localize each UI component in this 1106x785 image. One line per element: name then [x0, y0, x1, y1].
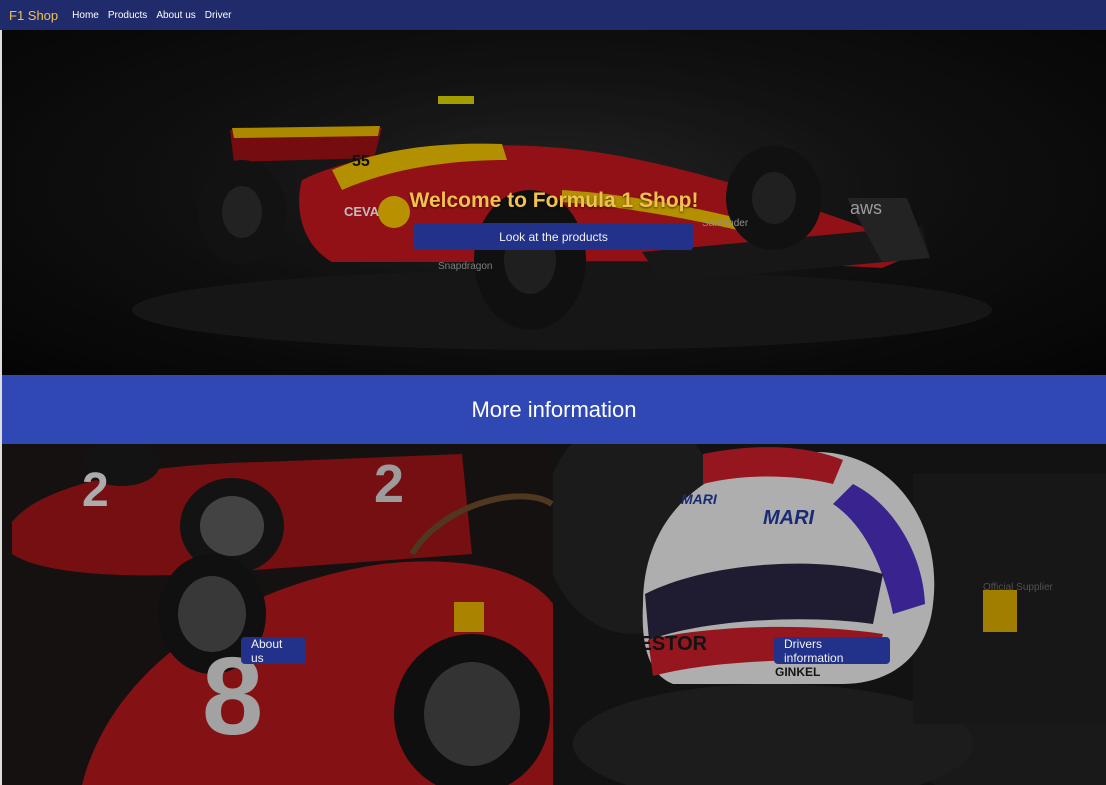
more-info-banner: More information: [2, 375, 1106, 444]
about-us-button[interactable]: About us: [241, 637, 306, 665]
about-us-overlay: [2, 444, 553, 785]
navbar: F1 Shop Home Products About us Driver: [0, 0, 1106, 30]
look-at-products-button[interactable]: Look at the products: [414, 223, 693, 250]
about-us-card: 2 2 8 About us: [2, 444, 553, 785]
nav-link-about-us[interactable]: About us: [156, 10, 195, 21]
hero-title: Welcome to Formula 1 Shop!: [409, 189, 699, 212]
hero-section: 55 CEVA aws Snapdragon Santander Welcome…: [2, 30, 1106, 375]
drivers-card: MARI MARI GESTOR GINKEL Official Supplie…: [553, 444, 1106, 785]
nav-link-products[interactable]: Products: [108, 10, 147, 21]
nav-link-home[interactable]: Home: [72, 10, 99, 21]
drivers-overlay: [553, 444, 1106, 785]
nav-link-driver[interactable]: Driver: [205, 10, 232, 21]
brand-logo[interactable]: F1 Shop: [9, 8, 58, 23]
drivers-information-button[interactable]: Drivers information: [774, 637, 890, 665]
more-info-title: More information: [471, 396, 637, 422]
